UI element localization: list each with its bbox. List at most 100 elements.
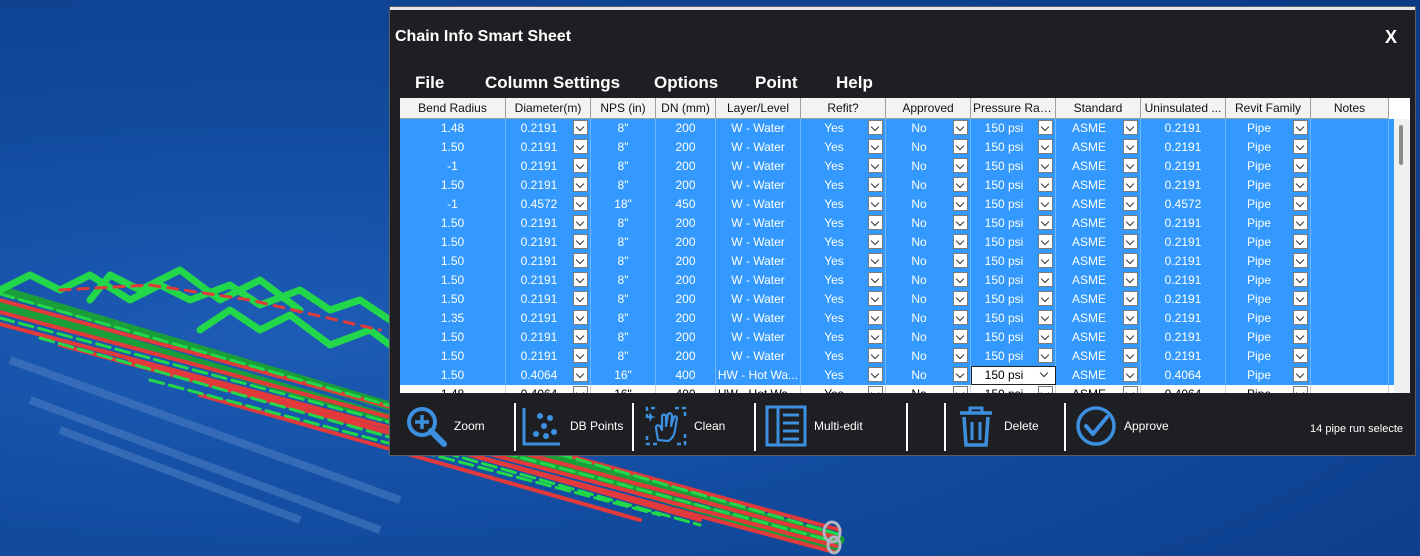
dropdown-arrow-icon[interactable] — [573, 367, 588, 382]
approve-button[interactable]: Approve — [1074, 397, 1169, 455]
table-cell[interactable]: Yes — [801, 214, 886, 233]
table-cell[interactable]: 0.2191 — [1141, 252, 1226, 271]
chain-info-grid[interactable]: Bend Radius Diameter(m) NPS (in) DN (mm) Lay… — [400, 98, 1410, 393]
table-cell[interactable]: W - Water — [716, 195, 801, 214]
table-cell[interactable]: Pipe — [1226, 252, 1311, 271]
table-cell[interactable]: 0.4064 — [1141, 385, 1226, 393]
table-cell[interactable]: No — [886, 290, 971, 309]
menu-file[interactable]: File — [415, 73, 444, 93]
dropdown-arrow-icon[interactable] — [1123, 215, 1138, 230]
table-cell[interactable]: 0.2191 — [1141, 309, 1226, 328]
menu-point[interactable]: Point — [755, 73, 798, 93]
table-cell[interactable]: 8" — [591, 214, 656, 233]
table-cell[interactable]: Yes — [801, 138, 886, 157]
table-row[interactable]: 1.48 0.2191 8" 200 W - Water Yes No 150 psi ASME… — [400, 119, 1394, 138]
dropdown-arrow-icon[interactable] — [1293, 272, 1308, 287]
table-cell[interactable]: No — [886, 347, 971, 366]
table-cell[interactable]: 150 psi — [971, 138, 1056, 157]
table-cell[interactable]: 1.50 — [400, 176, 506, 195]
table-cell[interactable]: 150 psi — [971, 290, 1056, 309]
table-cell[interactable]: No — [886, 176, 971, 195]
table-cell[interactable]: ASME — [1056, 157, 1141, 176]
column-header[interactable]: Diameter(m) — [506, 98, 591, 119]
table-cell[interactable]: 0.2191 — [506, 271, 591, 290]
table-cell[interactable]: 0.2191 — [1141, 138, 1226, 157]
table-cell[interactable]: 8" — [591, 290, 656, 309]
table-cell[interactable] — [1311, 328, 1389, 347]
table-cell[interactable] — [1311, 119, 1389, 138]
table-cell[interactable]: Pipe — [1226, 290, 1311, 309]
table-row[interactable]: 1.50 0.2191 8" 200 W - Water Yes No 150 psi ASME… — [400, 347, 1394, 366]
table-cell[interactable]: No — [886, 119, 971, 138]
dropdown-arrow-icon[interactable] — [1293, 139, 1308, 154]
table-cell[interactable]: 150 psi — [971, 195, 1056, 214]
dropdown-arrow-icon[interactable] — [868, 272, 883, 287]
table-row[interactable]: 1.35 0.2191 8" 200 W - Water Yes No 150 psi ASME… — [400, 309, 1394, 328]
table-cell[interactable]: No — [886, 138, 971, 157]
table-cell[interactable]: -1 — [400, 195, 506, 214]
table-cell[interactable] — [1311, 252, 1389, 271]
dropdown-arrow-icon[interactable] — [1123, 234, 1138, 249]
table-cell[interactable]: ASME — [1056, 366, 1141, 385]
dropdown-arrow-icon[interactable] — [1293, 158, 1308, 173]
table-cell[interactable]: ASME — [1056, 119, 1141, 138]
dropdown-arrow-icon[interactable] — [1038, 367, 1053, 382]
dropdown-arrow-icon[interactable] — [573, 158, 588, 173]
dropdown-arrow-icon[interactable] — [868, 329, 883, 344]
table-cell[interactable]: Yes — [801, 157, 886, 176]
dropdown-arrow-icon[interactable] — [1123, 158, 1138, 173]
table-cell[interactable]: 8" — [591, 233, 656, 252]
table-cell[interactable]: 0.2191 — [506, 138, 591, 157]
table-cell[interactable]: 200 — [656, 328, 716, 347]
table-cell[interactable]: ASME — [1056, 290, 1141, 309]
table-cell[interactable]: W - Water — [716, 157, 801, 176]
table-cell[interactable]: 0.2191 — [1141, 233, 1226, 252]
dropdown-arrow-icon[interactable] — [1293, 386, 1308, 393]
dropdown-arrow-icon[interactable] — [1038, 329, 1053, 344]
dropdown-arrow-icon[interactable] — [573, 177, 588, 192]
dropdown-arrow-icon[interactable] — [1123, 386, 1138, 393]
dropdown-arrow-icon[interactable] — [1123, 120, 1138, 135]
table-cell[interactable]: Yes — [801, 271, 886, 290]
dropdown-arrow-icon[interactable] — [868, 291, 883, 306]
dropdown-arrow-icon[interactable] — [573, 386, 588, 393]
title-bar[interactable]: Chain Info Smart Sheet X — [390, 21, 1415, 53]
table-cell[interactable]: 1.48 — [400, 385, 506, 393]
dropdown-arrow-icon[interactable] — [1038, 348, 1053, 363]
table-cell[interactable]: 0.2191 — [506, 328, 591, 347]
dropdown-arrow-icon[interactable] — [1123, 348, 1138, 363]
column-header[interactable]: Standard — [1056, 98, 1141, 119]
dropdown-arrow-icon[interactable] — [953, 310, 968, 325]
table-cell[interactable]: 200 — [656, 119, 716, 138]
table-cell[interactable]: No — [886, 271, 971, 290]
table-cell[interactable]: 8" — [591, 328, 656, 347]
table-cell[interactable] — [1311, 347, 1389, 366]
table-cell[interactable]: 200 — [656, 347, 716, 366]
dropdown-arrow-icon[interactable] — [953, 253, 968, 268]
table-cell[interactable]: 8" — [591, 309, 656, 328]
table-row[interactable]: 1.50 0.2191 8" 200 W - Water Yes No 150 psi ASME… — [400, 176, 1394, 195]
dropdown-arrow-icon[interactable] — [1293, 196, 1308, 211]
table-cell[interactable]: W - Water — [716, 233, 801, 252]
dropdown-arrow-icon[interactable] — [573, 139, 588, 154]
dropdown-arrow-icon[interactable] — [573, 272, 588, 287]
column-header[interactable]: Approved — [886, 98, 971, 119]
table-cell[interactable]: 0.2191 — [1141, 347, 1226, 366]
column-header[interactable]: Layer/Level — [716, 98, 801, 119]
close-button[interactable]: X — [1385, 27, 1397, 48]
dropdown-arrow-icon[interactable] — [573, 215, 588, 230]
table-cell[interactable]: 0.2191 — [1141, 290, 1226, 309]
clean-button[interactable]: Clean — [644, 397, 725, 455]
column-header[interactable]: Pressure Rati... — [971, 98, 1056, 119]
dropdown-arrow-icon[interactable] — [573, 120, 588, 135]
db-points-button[interactable]: DB Points — [520, 397, 623, 455]
table-cell[interactable]: Pipe — [1226, 366, 1311, 385]
table-cell[interactable]: ASME — [1056, 138, 1141, 157]
dropdown-arrow-icon[interactable] — [1038, 215, 1053, 230]
table-cell[interactable]: 150 psi — [971, 347, 1056, 366]
dropdown-arrow-icon[interactable] — [573, 348, 588, 363]
table-cell[interactable]: No — [886, 157, 971, 176]
table-cell[interactable]: ASME — [1056, 271, 1141, 290]
table-cell[interactable]: 0.4064 — [506, 385, 591, 393]
table-cell[interactable]: 150 psi — [971, 328, 1056, 347]
